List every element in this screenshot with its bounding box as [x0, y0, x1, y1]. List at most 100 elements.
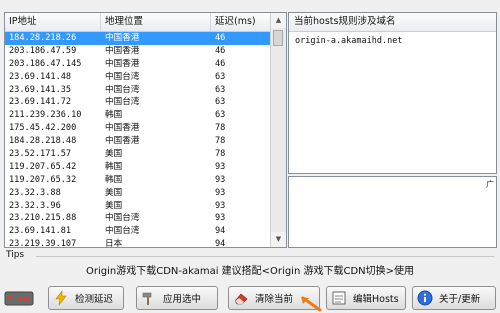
pointer-arrow-icon: [301, 296, 322, 312]
latency-cell: 63: [215, 97, 226, 108]
table-row[interactable]: 23.32.3.88 美国 93: [5, 187, 271, 200]
about-update-button[interactable]: 关于/更新: [412, 286, 496, 310]
ip-cell: 23.219.39.107: [9, 239, 77, 248]
location-cell: 美国: [105, 149, 123, 160]
location-cell: 中国台湾: [105, 71, 140, 82]
latency-cell: 46: [215, 33, 226, 43]
tips-label: Tips: [6, 250, 25, 260]
latency-cell: 63: [215, 110, 226, 121]
latency-cell: 46: [215, 45, 226, 56]
ip-cell: 119.207.65.32: [9, 174, 77, 185]
latency-cell: 94: [215, 239, 226, 248]
table-row[interactable]: 23.32.3.96 美国 93: [5, 200, 271, 213]
location-cell: 中国台湾: [105, 213, 140, 224]
info-icon: [417, 290, 433, 306]
latency-cell: 93: [215, 187, 226, 198]
edit-hosts-label: 编辑Hosts: [353, 294, 399, 305]
location-cell: 中国香港: [105, 45, 140, 56]
location-cell: 中国台湾: [105, 226, 140, 237]
table-row[interactable]: 119.207.65.32 韩国 93: [5, 174, 271, 187]
location-cell: 美国: [105, 200, 123, 211]
latency-cell: 93: [215, 200, 226, 211]
table-body: 184.28.218.26 中国香港 46 203.186.47.59 中国香港 46 20…: [5, 32, 271, 248]
hosts-domain-item[interactable]: origin-a.akamaihd.net: [295, 36, 496, 46]
ip-cell: 23.69.141.35: [9, 84, 72, 95]
scrollbar-thumb[interactable]: [273, 30, 283, 46]
table-header: IP地址 地理位置 延迟(ms): [5, 13, 271, 32]
latency-cell: 94: [215, 226, 226, 237]
ip-latency-table[interactable]: IP地址 地理位置 延迟(ms) 184.28.218.26 中国香港 46 203.…: [4, 12, 287, 248]
ip-cell: 203.186.47.145: [9, 58, 82, 69]
location-cell: 中国香港: [105, 123, 140, 134]
ip-cell: 184.28.218.48: [9, 136, 77, 147]
table-row[interactable]: 184.28.218.48 中国香港 78: [5, 135, 271, 148]
latency-cell: 78: [215, 149, 226, 160]
latency-cell: 63: [215, 71, 226, 82]
location-cell: 美国: [105, 187, 123, 198]
table-row[interactable]: 119.207.65.42 韩国 93: [5, 161, 271, 174]
app-tray-icon: [4, 289, 34, 307]
table-row[interactable]: 184.28.218.26 中国香港 46: [5, 32, 271, 45]
column-header-location[interactable]: 地理位置: [101, 13, 211, 31]
ip-cell: 203.186.47.59: [9, 45, 77, 56]
table-row[interactable]: 23.219.39.107 日本 94: [5, 238, 271, 248]
detect-latency-label: 检测延迟: [75, 294, 114, 305]
column-header-latency[interactable]: 延迟(ms): [211, 13, 271, 31]
location-cell: 中国台湾: [105, 84, 140, 95]
latency-cell: 93: [215, 174, 226, 185]
ip-cell: 211.239.236.10: [9, 110, 82, 121]
table-row[interactable]: 23.210.215.88 中国台湾 93: [5, 212, 271, 225]
latency-cell: 93: [215, 213, 226, 224]
location-cell: 韩国: [105, 174, 123, 185]
table-row[interactable]: 203.186.47.59 中国香港 46: [5, 45, 271, 58]
log-panel: 广: [288, 176, 497, 248]
ip-cell: 23.52.171.57: [9, 149, 72, 160]
location-cell: 中国台湾: [105, 97, 140, 108]
table-row[interactable]: 23.69.141.81 中国台湾 94: [5, 225, 271, 238]
edit-hosts-button[interactable]: 编辑Hosts: [326, 286, 406, 310]
location-cell: 日本: [105, 239, 123, 248]
hosts-domain-panel: 当前hosts规则涉及域名 origin-a.akamaihd.net: [288, 12, 497, 174]
latency-cell: 93: [215, 161, 226, 172]
latency-cell: 78: [215, 136, 226, 147]
ip-cell: 23.32.3.88: [9, 187, 61, 198]
table-row[interactable]: 203.186.47.145 中国香港 46: [5, 58, 271, 71]
lightning-icon: [53, 290, 69, 306]
location-cell: 韩国: [105, 161, 123, 172]
apply-selected-label: 应用选中: [163, 294, 202, 305]
table-row[interactable]: 23.69.141.35 中国台湾 63: [5, 84, 271, 97]
ip-cell: 23.32.3.96: [9, 200, 61, 211]
ip-cell: 23.69.141.48: [9, 71, 72, 82]
table-row[interactable]: 23.52.171.57 美国 78: [5, 148, 271, 161]
tips-text: Origin游戏下载CDN-akamai 建议搭配<Origin 游戏下载CDN…: [85, 266, 415, 277]
scroll-down-arrow-icon[interactable]: ▼: [271, 232, 286, 247]
location-cell: 中国香港: [105, 136, 140, 147]
location-cell: 中国香港: [105, 33, 140, 43]
scroll-up-arrow-icon[interactable]: ▲: [271, 13, 286, 28]
log-panel-label: 广: [486, 180, 494, 189]
table-vertical-scrollbar[interactable]: ▲ ▼: [270, 13, 286, 247]
detect-latency-button[interactable]: 检测延迟: [48, 286, 124, 310]
ip-cell: 23.210.215.88: [9, 213, 77, 224]
ip-cell: 23.69.141.72: [9, 97, 72, 108]
latency-cell: 46: [215, 58, 226, 69]
hosts-domain-list: origin-a.akamaihd.net: [289, 32, 496, 46]
table-row[interactable]: 23.69.141.72 中国台湾 63: [5, 96, 271, 109]
hammer-icon: [141, 290, 157, 306]
location-cell: 中国香港: [105, 58, 140, 69]
ip-cell: 175.45.42.200: [9, 123, 77, 134]
table-row[interactable]: 211.239.236.10 韩国 63: [5, 109, 271, 122]
latency-cell: 63: [215, 84, 226, 95]
table-row[interactable]: 23.69.141.48 中国台湾 63: [5, 71, 271, 84]
about-update-label: 关于/更新: [439, 294, 481, 305]
document-icon: [331, 290, 347, 306]
table-row[interactable]: 175.45.42.200 中国香港 78: [5, 122, 271, 135]
location-cell: 韩国: [105, 110, 123, 121]
ip-cell: 23.69.141.81: [9, 226, 72, 237]
apply-selected-button[interactable]: 应用选中: [136, 286, 218, 310]
ip-cell: 184.28.218.26: [9, 33, 77, 43]
eraser-icon: [233, 290, 249, 306]
column-header-ip[interactable]: IP地址: [5, 13, 101, 31]
hosts-panel-header: 当前hosts规则涉及域名: [289, 13, 496, 32]
tips-divider: [36, 256, 494, 257]
